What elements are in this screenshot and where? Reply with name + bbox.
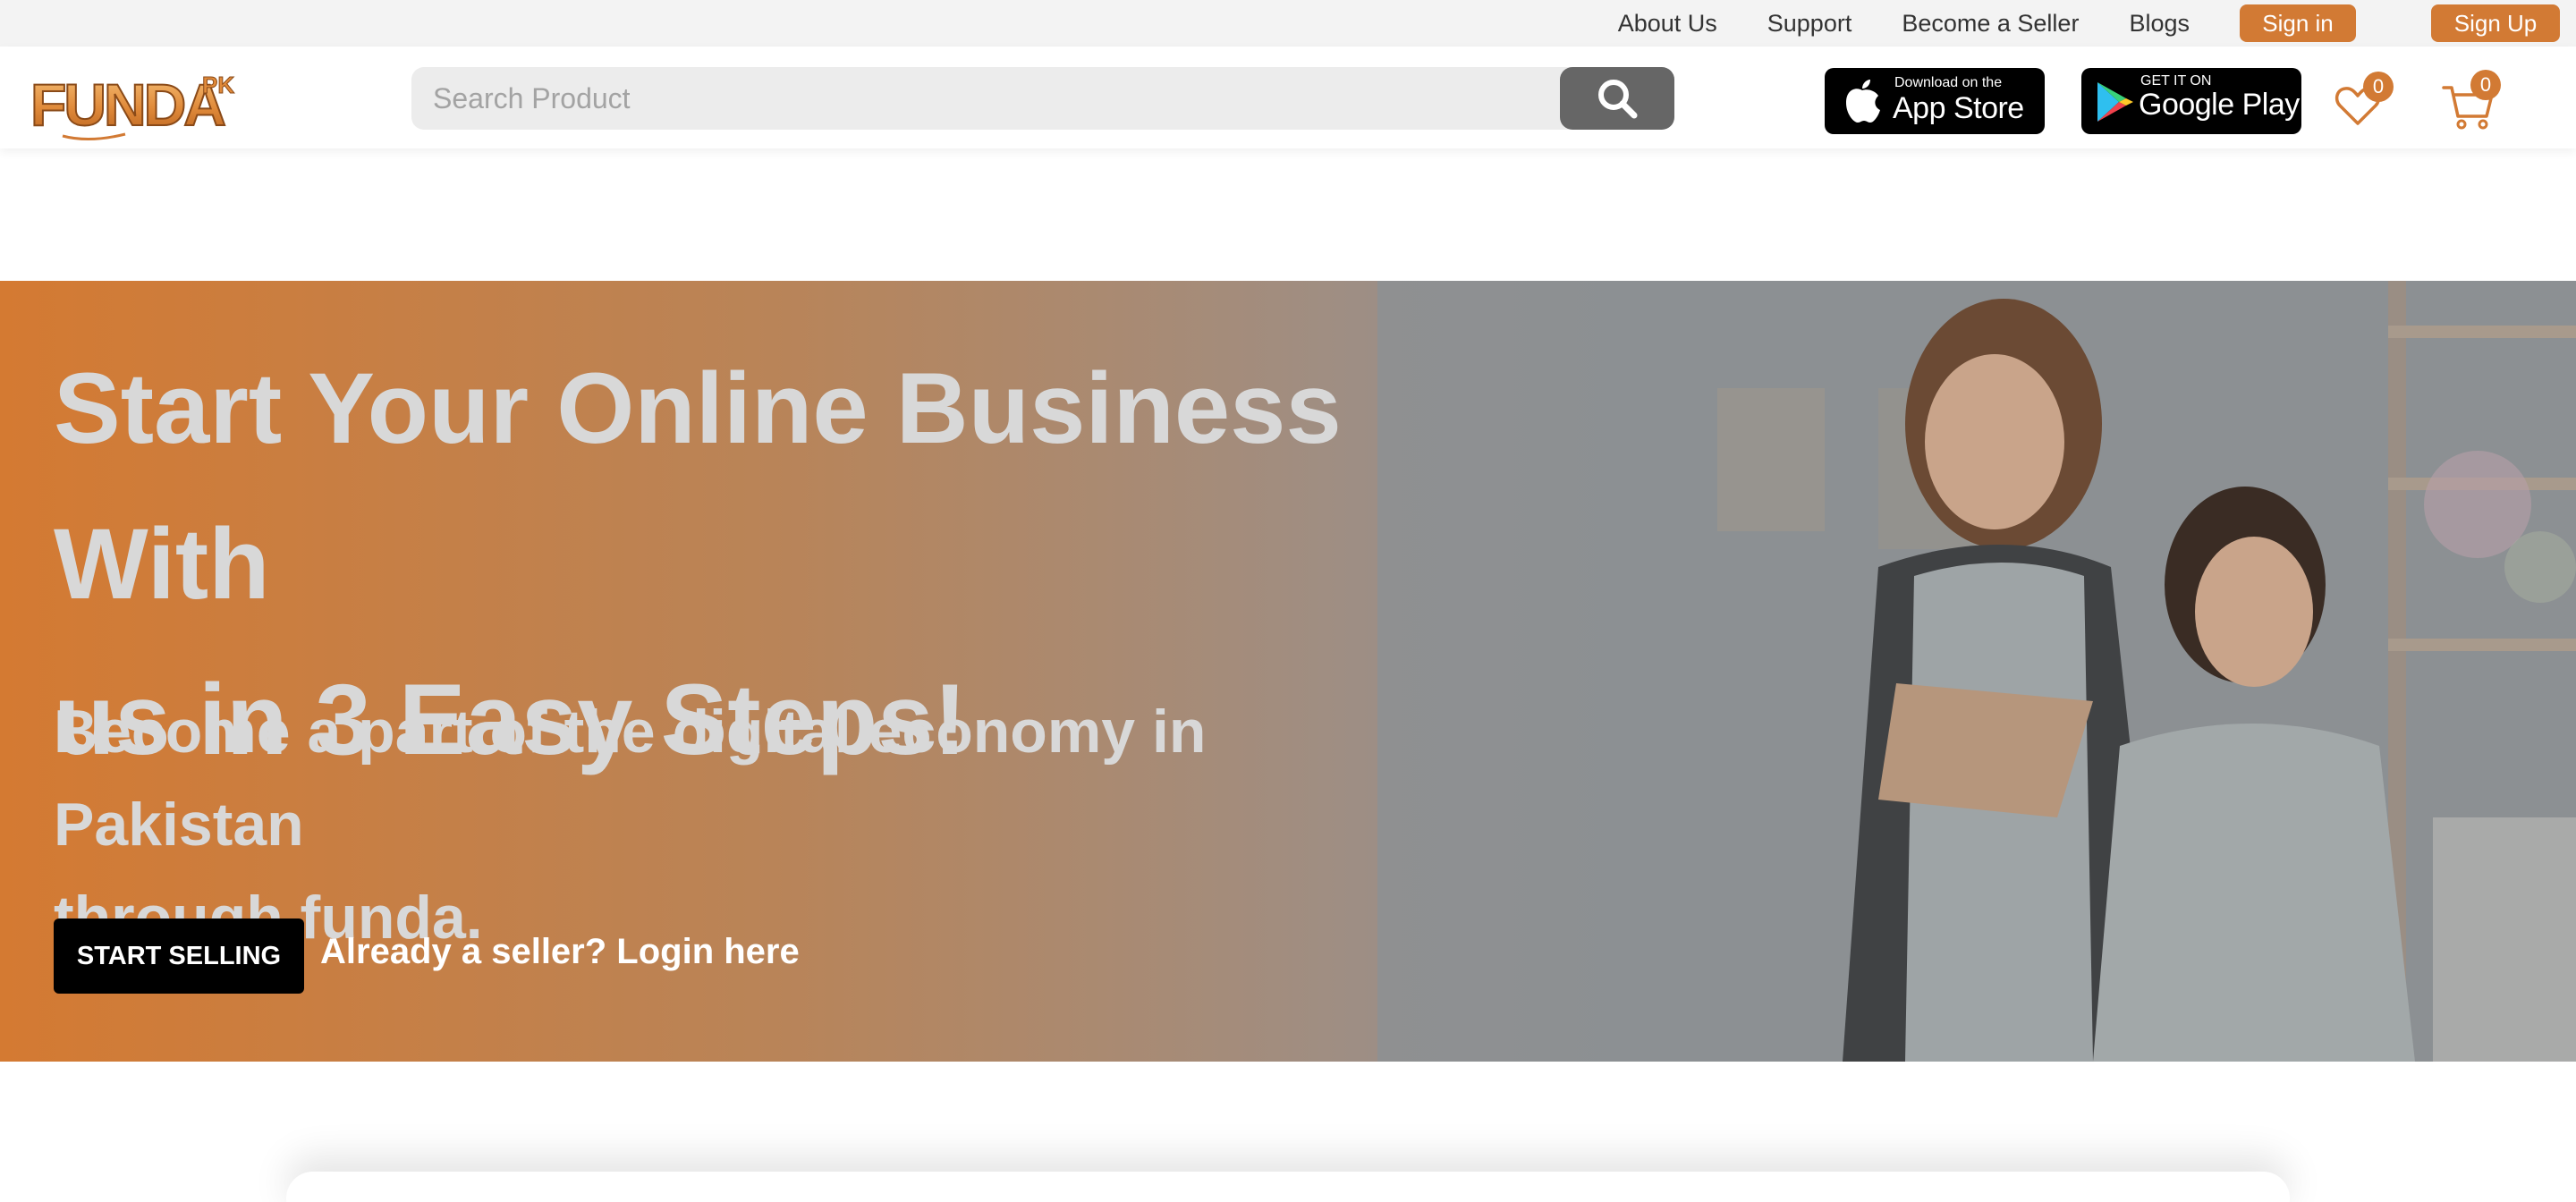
- become-seller-link[interactable]: Become a Seller: [1902, 10, 2079, 38]
- hero-subtitle-line-1: Become a part of the digital economy in …: [54, 698, 1207, 859]
- sign-up-button[interactable]: Sign Up: [2431, 4, 2560, 42]
- hero-banner: Start Your Online Business With us in 3 …: [0, 281, 2576, 1062]
- start-selling-button[interactable]: START SELLING: [54, 918, 304, 994]
- sign-in-button[interactable]: Sign in: [2240, 4, 2356, 42]
- support-link[interactable]: Support: [1767, 10, 1852, 38]
- hero-photo: [1377, 281, 2576, 1062]
- top-links: About Us Support Become a Seller Blogs S…: [1618, 0, 2576, 47]
- app-store-large-text: App Store: [1893, 91, 2024, 125]
- google-play-icon: [2097, 82, 2133, 122]
- top-bar: About Us Support Become a Seller Blogs S…: [0, 0, 2576, 47]
- google-play-large-text: Google Play: [2139, 88, 2300, 122]
- funda-logo[interactable]: FUNDA PK: [27, 63, 242, 143]
- search-button[interactable]: [1560, 67, 1674, 130]
- blogs-link[interactable]: Blogs: [2129, 10, 2190, 38]
- hero-title-line-1: Start Your Online Business With: [54, 352, 1342, 620]
- cart-button[interactable]: 0: [2442, 70, 2513, 134]
- wishlist-button[interactable]: 0: [2334, 72, 2406, 134]
- apple-icon: [1846, 80, 1880, 123]
- page: About Us Support Become a Seller Blogs S…: [0, 0, 2576, 1202]
- seller-login-link[interactable]: Already a seller? Login here: [320, 932, 800, 972]
- search-icon: [1598, 80, 1638, 119]
- app-store-badge[interactable]: Download on the App Store: [1825, 68, 2045, 134]
- main-header: FUNDA PK Download on the App Store: [0, 47, 2576, 148]
- wishlist-count-badge: 0: [2363, 72, 2394, 102]
- search-input[interactable]: [433, 67, 1506, 130]
- cart-count-badge: 0: [2470, 70, 2501, 100]
- svg-text:PK: PK: [202, 72, 234, 98]
- app-store-small-text: Download on the: [1894, 75, 2003, 90]
- svg-text:FUNDA: FUNDA: [30, 72, 225, 138]
- content-card-edge: [286, 1172, 2290, 1202]
- search-bar: [411, 67, 1674, 130]
- google-play-badge[interactable]: GET IT ON Google Play: [2081, 68, 2301, 134]
- about-us-link[interactable]: About Us: [1618, 10, 1717, 38]
